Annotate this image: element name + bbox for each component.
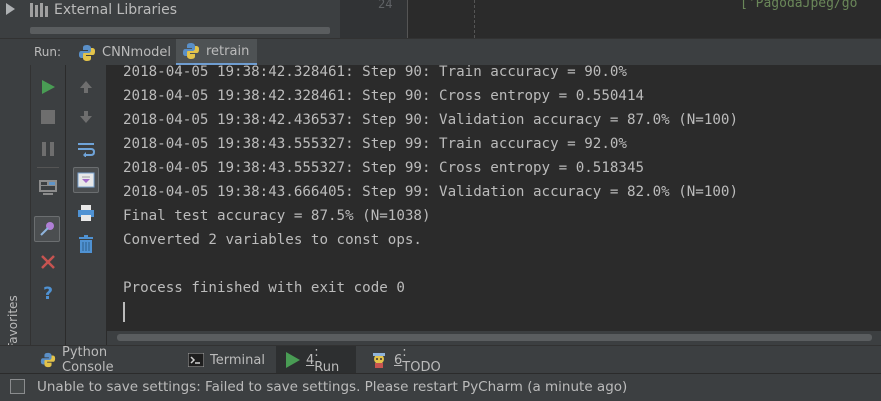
print-icon <box>78 205 94 221</box>
help-icon: ? <box>43 284 53 304</box>
pin-icon <box>40 222 54 236</box>
python-icon <box>183 43 199 59</box>
tab-label: Terminal <box>210 352 265 368</box>
prev-occurrence-button[interactable] <box>73 74 99 100</box>
layout-button[interactable] <box>35 175 61 201</box>
status-bar: Unable to save settings: Failed to save … <box>0 373 881 401</box>
tab-python-console[interactable]: Python Console <box>30 345 170 375</box>
console-line: 2018-04-05 19:38:43.555327: Step 99: Cro… <box>123 160 645 176</box>
soft-wrap-icon <box>78 143 95 157</box>
tab-label: CNNmodel <box>102 45 172 60</box>
scrollbar-thumb[interactable] <box>117 334 872 341</box>
stop-icon <box>41 110 55 124</box>
tab-cnnmodel[interactable]: CNNmodel <box>72 39 176 66</box>
console-line: Process finished with exit code 0 <box>123 280 405 296</box>
scroll-to-end-icon <box>77 172 95 188</box>
tool-window-bar: Python Console Terminal 4: Run 6: TODO <box>0 345 881 375</box>
pause-button[interactable] <box>35 136 61 162</box>
console-line: Final test accuracy = 87.5% (N=1038) <box>123 208 431 224</box>
top-strip: External Libraries 24 ['PagodaJpeg/go <box>0 0 881 38</box>
tab-retrain[interactable]: retrain <box>176 39 257 66</box>
down-arrow-icon <box>80 111 92 123</box>
tool-windows-toggle-icon[interactable] <box>10 379 25 394</box>
editor-gutter: 24 <box>340 0 408 38</box>
project-scrollbar[interactable] <box>30 27 330 34</box>
rerun-icon <box>42 80 55 94</box>
console-line: Converted 2 variables to const ops. <box>123 232 422 248</box>
up-arrow-icon <box>80 81 92 93</box>
tab-label: : TODO <box>402 345 441 375</box>
text-caret <box>123 302 125 322</box>
rerun-button[interactable] <box>35 74 61 100</box>
close-button[interactable] <box>35 249 61 275</box>
editor-peek: 24 ['PagodaJpeg/go <box>340 0 881 38</box>
console-line: 2018-04-05 19:38:42.328461: Step 90: Tra… <box>123 65 627 80</box>
tab-mnemonic: 4 <box>306 352 315 368</box>
project-panel: External Libraries <box>0 0 340 38</box>
run-icon <box>286 352 300 368</box>
editor-code-snippet: ['PagodaJpeg/go <box>740 0 858 11</box>
tab-label: : Run <box>314 345 340 375</box>
expand-triangle-icon[interactable] <box>6 3 15 15</box>
tab-run[interactable]: 4: Run <box>276 345 356 375</box>
trash-icon <box>79 235 93 253</box>
status-message[interactable]: Unable to save settings: Failed to save … <box>37 379 627 395</box>
python-console-icon <box>40 352 56 368</box>
run-console-output[interactable]: 2018-04-05 19:38:42.328461: Step 90: Tra… <box>107 65 881 331</box>
run-label: Run: <box>34 45 62 59</box>
console-lines: 2018-04-05 19:38:42.328461: Step 90: Tra… <box>123 65 738 300</box>
terminal-icon <box>188 353 204 367</box>
print-button[interactable] <box>73 200 99 226</box>
tab-label: retrain <box>206 43 250 59</box>
pause-icon <box>42 142 54 156</box>
close-icon <box>41 255 55 269</box>
line-number: 24 <box>378 0 393 11</box>
clear-all-button[interactable] <box>73 231 99 257</box>
stop-button[interactable] <box>35 104 61 130</box>
run-tab-bar: Run: CNNmodel retrain <box>0 38 881 67</box>
favorites-strip: 2: Favorites ★ <box>0 65 31 394</box>
tab-terminal[interactable]: Terminal <box>178 346 276 374</box>
console-line: 2018-04-05 19:38:43.555327: Step 99: Tra… <box>123 136 627 152</box>
next-occurrence-button[interactable] <box>73 104 99 130</box>
indent-guide <box>474 0 476 38</box>
todo-icon <box>373 353 385 368</box>
library-bars-icon <box>30 3 50 17</box>
run-toolbar-secondary <box>66 65 107 345</box>
run-toolbar-primary: ? <box>31 65 66 345</box>
scroll-to-end-button[interactable] <box>73 167 99 193</box>
console-horizontal-scrollbar[interactable] <box>107 331 881 344</box>
tab-todo[interactable]: 6: TODO <box>360 345 452 375</box>
pin-tab-button[interactable] <box>34 216 60 242</box>
tab-label: Python Console <box>62 345 114 375</box>
tree-item-label: External Libraries <box>54 2 177 18</box>
python-icon <box>79 44 95 61</box>
soft-wrap-button[interactable] <box>73 136 99 162</box>
console-line: 2018-04-05 19:38:43.666405: Step 99: Val… <box>123 184 738 200</box>
tree-item-external-libraries[interactable]: External Libraries <box>6 0 177 20</box>
console-line: 2018-04-05 19:38:42.328461: Step 90: Cro… <box>123 88 645 104</box>
layout-icon <box>39 180 57 195</box>
console-line: 2018-04-05 19:38:42.436537: Step 90: Val… <box>123 112 738 128</box>
help-button[interactable]: ? <box>35 281 61 307</box>
toolbar-separator <box>37 167 59 168</box>
